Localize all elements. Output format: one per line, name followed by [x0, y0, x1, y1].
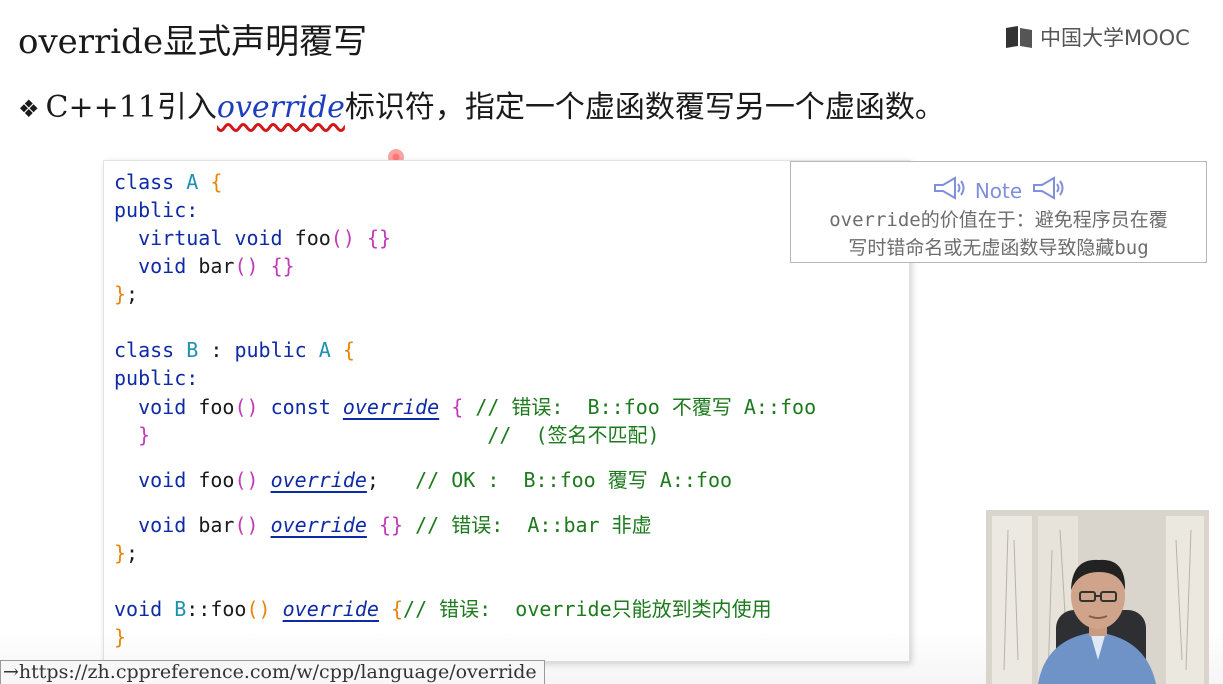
code-line: class B : public A { — [114, 338, 355, 362]
override-keyword: override — [216, 90, 345, 125]
slide-title: override显式声明覆写 — [18, 22, 368, 62]
megaphone-icon — [1030, 176, 1066, 205]
code-line: void bar() {} — [138, 254, 295, 278]
code-line: } // (签名不匹配) — [138, 423, 660, 447]
megaphone-icon — [931, 176, 967, 205]
note-body: override的价值在于：避免程序员在覆 写时错命名或无虚函数导致隐藏bug — [791, 206, 1206, 262]
code-line: class A { — [114, 170, 223, 194]
bullet-point: ❖ C++11引入 override 标识符，指定一个虚函数覆写另一个虚函数。 — [18, 82, 945, 126]
note-box: Note override的价值在于：避免程序员在覆 写时错命名或无虚函数导致隐… — [790, 161, 1207, 263]
code-line: } — [114, 625, 127, 649]
bullet-text-pre: C++11引入 — [45, 90, 217, 125]
note-line-2: 写时错命名或无虚函数导致隐藏bug — [848, 237, 1149, 259]
code-line: virtual void foo() {} — [138, 226, 392, 250]
code-line: void bar() override {} // 错误: A::bar 非虚 — [138, 513, 652, 537]
mooc-logo[interactable]: 中国大学MOOC — [1004, 22, 1190, 52]
bullet-text-post: 标识符，指定一个虚函数覆写另一个虚函数。 — [344, 90, 945, 125]
mooc-logo-icon — [1004, 24, 1034, 50]
code-line: public: — [114, 198, 199, 222]
code-line: public: — [114, 366, 199, 390]
note-line-1: override的价值在于：避免程序员在覆 — [829, 209, 1168, 231]
code-line: }; — [114, 282, 139, 306]
mooc-logo-text: 中国大学MOOC — [1040, 26, 1190, 50]
code-line: }; — [114, 541, 139, 565]
note-header: Note — [791, 176, 1206, 205]
reference-link[interactable]: →https://zh.cppreference.com/w/cpp/langu… — [0, 660, 545, 684]
code-line: void B::foo() override {// 错误: override只… — [114, 597, 772, 621]
presenter-webcam — [986, 510, 1209, 684]
code-panel: class A { public: virtual void foo() {} … — [103, 160, 910, 662]
code-line: void foo() const override { // 错误: B::fo… — [138, 395, 817, 419]
note-title: Note — [974, 178, 1023, 203]
code-line: void foo() override; // OK : B::foo 覆写 A… — [138, 468, 733, 492]
bullet-mark: ❖ — [18, 95, 40, 123]
